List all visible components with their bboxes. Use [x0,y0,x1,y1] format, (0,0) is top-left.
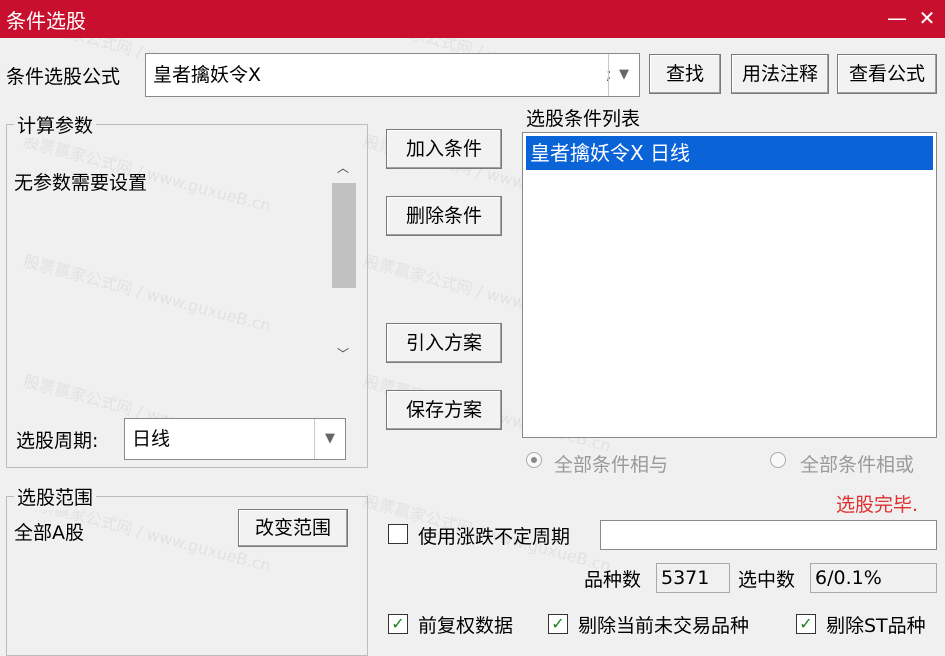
adjusted-label: 前复权数据 [418,615,514,637]
minimize-button[interactable]: — [884,6,910,30]
uncertain-input[interactable] [600,520,937,550]
import-plan-button[interactable]: 引入方案 [386,323,502,363]
adjusted-checkbox[interactable]: ✓ [388,614,408,634]
add-condition-button[interactable]: 加入条件 [386,129,502,169]
scrollbar-thumb[interactable] [332,183,356,288]
uncertain-label: 使用涨跌不定周期 [418,526,571,548]
count-label: 品种数 [584,569,642,591]
list-item[interactable]: 皇者擒妖令X 日线 [526,136,933,170]
status-text: 选股完毕. [836,494,919,516]
change-range-button[interactable]: 改变范围 [238,509,348,547]
chevron-down-icon[interactable]: ▼ [314,419,345,459]
exclude-st-checkbox[interactable]: ✓ [796,614,816,634]
count-value: 5371 [656,563,730,593]
view-formula-button[interactable]: 查看公式 [837,54,937,94]
chevron-up-icon[interactable]: ︿ [337,159,349,176]
selected-value: 6/0.1% [810,563,937,593]
formula-label: 条件选股公式 [6,66,121,88]
or-radio[interactable] [770,452,786,468]
delete-condition-button[interactable]: 删除条件 [386,196,502,236]
scope-legend: 选股范围 [14,483,97,510]
formula-value: 皇者擒妖令X [153,64,262,86]
conditions-list[interactable]: 皇者擒妖令X 日线 [522,132,937,438]
params-legend: 计算参数 [14,111,97,138]
chevron-down-icon[interactable]: ﹀ [337,345,349,362]
period-value: 日线 [132,428,171,450]
and-radio[interactable] [526,452,542,468]
and-label: 全部条件相与 [554,454,669,476]
close-button[interactable]: ✕ [914,6,940,30]
scope-value: 全部A股 [14,522,84,544]
uncertain-checkbox[interactable] [388,524,408,544]
period-label: 选股周期: [16,430,99,452]
params-scrollbar[interactable]: ︿ ﹀ [332,155,356,367]
formula-combo[interactable]: 皇者擒妖令X ; ▼ [145,53,640,97]
chevron-down-icon[interactable]: ▼ [608,54,639,96]
save-plan-button[interactable]: 保存方案 [386,390,502,430]
exclude-untraded-label: 剔除当前未交易品种 [578,615,750,637]
exclude-untraded-checkbox[interactable]: ✓ [548,614,568,634]
period-select[interactable]: 日线 ▼ [124,418,346,460]
title-bar [0,0,945,38]
or-label: 全部条件相或 [800,454,915,476]
params-message: 无参数需要设置 [14,172,148,194]
exclude-st-label: 剔除ST品种 [826,615,926,637]
selected-label: 选中数 [738,569,796,591]
usage-notes-button[interactable]: 用法注释 [731,54,829,94]
find-button[interactable]: 查找 [649,54,721,94]
window-title: 条件选股 [6,9,86,33]
conditions-label: 选股条件列表 [526,108,641,130]
